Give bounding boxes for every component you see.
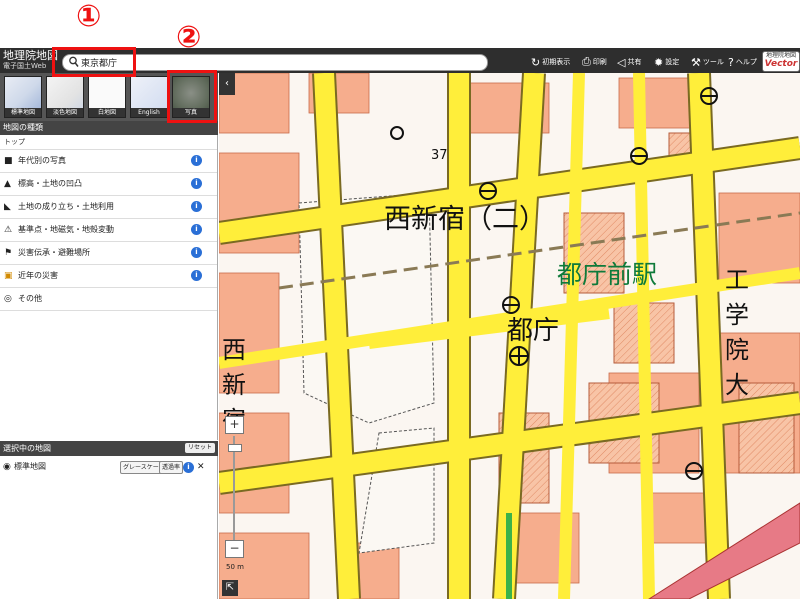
map-types-panel: トップ ■ 年代別の写真 i ▲ 標高・土地の凹凸 i ◣ 土地の成り立ち・土地…	[0, 135, 218, 440]
map-type-item-disaster-lore[interactable]: ⚑ 災害伝承・避難場所 i	[0, 242, 217, 265]
settings-button[interactable]: ✹ 設定	[654, 55, 679, 69]
info-icon[interactable]: i	[191, 224, 202, 235]
selected-layer-row: ◉ 標準地図 グレースケール 透過率 i ✕	[0, 460, 218, 474]
zoom-out-button[interactable]: −	[225, 540, 244, 558]
help-icon: ?	[728, 55, 734, 69]
info-icon[interactable]: i	[191, 247, 202, 258]
search-input[interactable]	[81, 56, 471, 68]
info-icon[interactable]: i	[183, 462, 194, 473]
district-label: 西新宿（二）	[384, 204, 546, 235]
thumb-english-map[interactable]: English	[130, 76, 168, 118]
vector-badge-top: 地理院地図	[765, 52, 796, 59]
info-icon[interactable]: i	[191, 201, 202, 212]
print-icon: ⎙	[582, 55, 591, 68]
map-type-label: 災害伝承・避難場所	[18, 248, 90, 257]
thumb-pale-map[interactable]: 淡色地図	[46, 76, 84, 118]
camera-icon: ■	[4, 156, 13, 166]
help-button[interactable]: ? ヘルプ	[728, 55, 757, 69]
settings-icon: ✹	[654, 55, 664, 69]
university-char-4: 大	[725, 371, 749, 399]
zoom-slider-handle[interactable]	[228, 444, 242, 452]
tools-label: ツール	[702, 58, 724, 66]
university-char-2: 学	[725, 301, 749, 329]
reset-view-icon: ↻	[531, 55, 541, 69]
opacity-button[interactable]: 透過率	[159, 461, 184, 474]
info-icon[interactable]: i	[191, 270, 202, 281]
callout-number-1: ①	[76, 0, 102, 34]
settings-label: 設定	[665, 58, 680, 66]
info-icon[interactable]: i	[191, 178, 202, 189]
breadcrumb[interactable]: トップ	[0, 135, 217, 150]
nishi-char-2: 新	[222, 371, 246, 399]
map-types-header: 地図の種類	[0, 121, 218, 135]
zoom-in-button[interactable]: +	[225, 416, 244, 434]
map-type-label: 年代別の写真	[18, 156, 66, 165]
callout-number-2: ②	[176, 20, 202, 55]
map-type-item-benchmarks[interactable]: ⚠ 基準点・地磁気・地殻変動 i	[0, 219, 217, 242]
thumb-english-label: English	[131, 108, 167, 117]
help-label: ヘルプ	[735, 58, 757, 66]
selected-maps-title: 選択中の地図	[3, 444, 51, 453]
reset-view-label: 初期表示	[542, 58, 571, 66]
reset-view-button[interactable]: ↻ 初期表示	[531, 55, 570, 69]
city-hall-label: 都庁	[507, 316, 559, 346]
elevation-label: 37	[431, 148, 448, 163]
thumb-standard-label: 標準地図	[5, 108, 41, 117]
map-type-label: 基準点・地磁気・地殻変動	[18, 225, 114, 234]
callout-box-search	[52, 47, 136, 77]
map-type-label: 土地の成り立ち・土地利用	[18, 202, 114, 211]
thumb-blank-label: 白地図	[89, 108, 125, 117]
tools-icon: ⚒	[691, 55, 701, 69]
zoom-track[interactable]	[233, 436, 235, 552]
selected-maps-panel: ◉ 標準地図 グレースケール 透過率 i ✕	[0, 456, 218, 599]
vector-map-button[interactable]: 地理院地図 Vector	[762, 51, 800, 72]
vector-badge-label: Vector	[764, 59, 798, 69]
other-icon: ◎	[4, 294, 12, 304]
reset-button[interactable]: リセット	[184, 443, 215, 453]
map-canvas[interactable]: 西新宿（二） 都庁前駅 都庁 37 工 学 院 大 西 新 宿	[219, 73, 800, 599]
map-type-item-recent-disasters[interactable]: ▣ 近年の災害 i	[0, 265, 217, 288]
expand-icon[interactable]: ⇱	[222, 580, 238, 596]
thumb-blank-map[interactable]: 白地図	[88, 76, 126, 118]
eye-icon[interactable]: ◉	[3, 460, 11, 474]
map-graphic: 西新宿（二） 都庁前駅 都庁 37 工 学 院 大 西 新 宿	[219, 73, 800, 599]
land-formation-icon: ◣	[4, 202, 11, 212]
benchmark-icon: ⚠	[4, 225, 13, 235]
university-char-3: 院	[725, 336, 749, 364]
disaster-monument-icon: ⚑	[4, 248, 13, 258]
thumb-standard-map[interactable]: 標準地図	[4, 76, 42, 118]
print-label: 印刷	[592, 58, 607, 66]
mountain-icon: ▲	[4, 179, 11, 189]
zoom-control: + −	[225, 416, 244, 576]
nishi-char-1: 西	[222, 336, 246, 364]
info-icon[interactable]: i	[191, 155, 202, 166]
scale-bar: 50 m	[226, 563, 244, 571]
map-type-label: その他	[18, 294, 42, 303]
recent-disaster-icon: ▣	[4, 271, 13, 281]
map-type-item-elevation[interactable]: ▲ 標高・土地の凹凸 i	[0, 173, 217, 196]
map-type-item-other[interactable]: ◎ その他	[0, 288, 217, 311]
map-type-label: 近年の災害	[18, 271, 58, 280]
collapse-panel-button[interactable]: ‹	[219, 73, 235, 95]
share-label: 共有	[627, 58, 642, 66]
thumb-pale-label: 淡色地図	[47, 108, 83, 117]
callout-box-photo	[167, 70, 217, 123]
station-label: 都庁前駅	[557, 260, 657, 289]
selected-maps-header: 選択中の地図 リセット	[0, 441, 218, 456]
share-button[interactable]: ◁ 共有	[617, 55, 641, 69]
print-button[interactable]: ⎙ 印刷	[582, 55, 607, 69]
map-type-label: 標高・土地の凹凸	[18, 179, 82, 188]
layer-name: 標準地図	[14, 462, 46, 471]
close-icon[interactable]: ✕	[197, 460, 205, 474]
share-icon: ◁	[617, 55, 626, 69]
university-char-1: 工	[725, 266, 749, 294]
tools-button[interactable]: ⚒ ツール	[691, 55, 724, 69]
map-type-item-photo-by-era[interactable]: ■ 年代別の写真 i	[0, 150, 217, 173]
map-type-item-land-use[interactable]: ◣ 土地の成り立ち・土地利用 i	[0, 196, 217, 219]
